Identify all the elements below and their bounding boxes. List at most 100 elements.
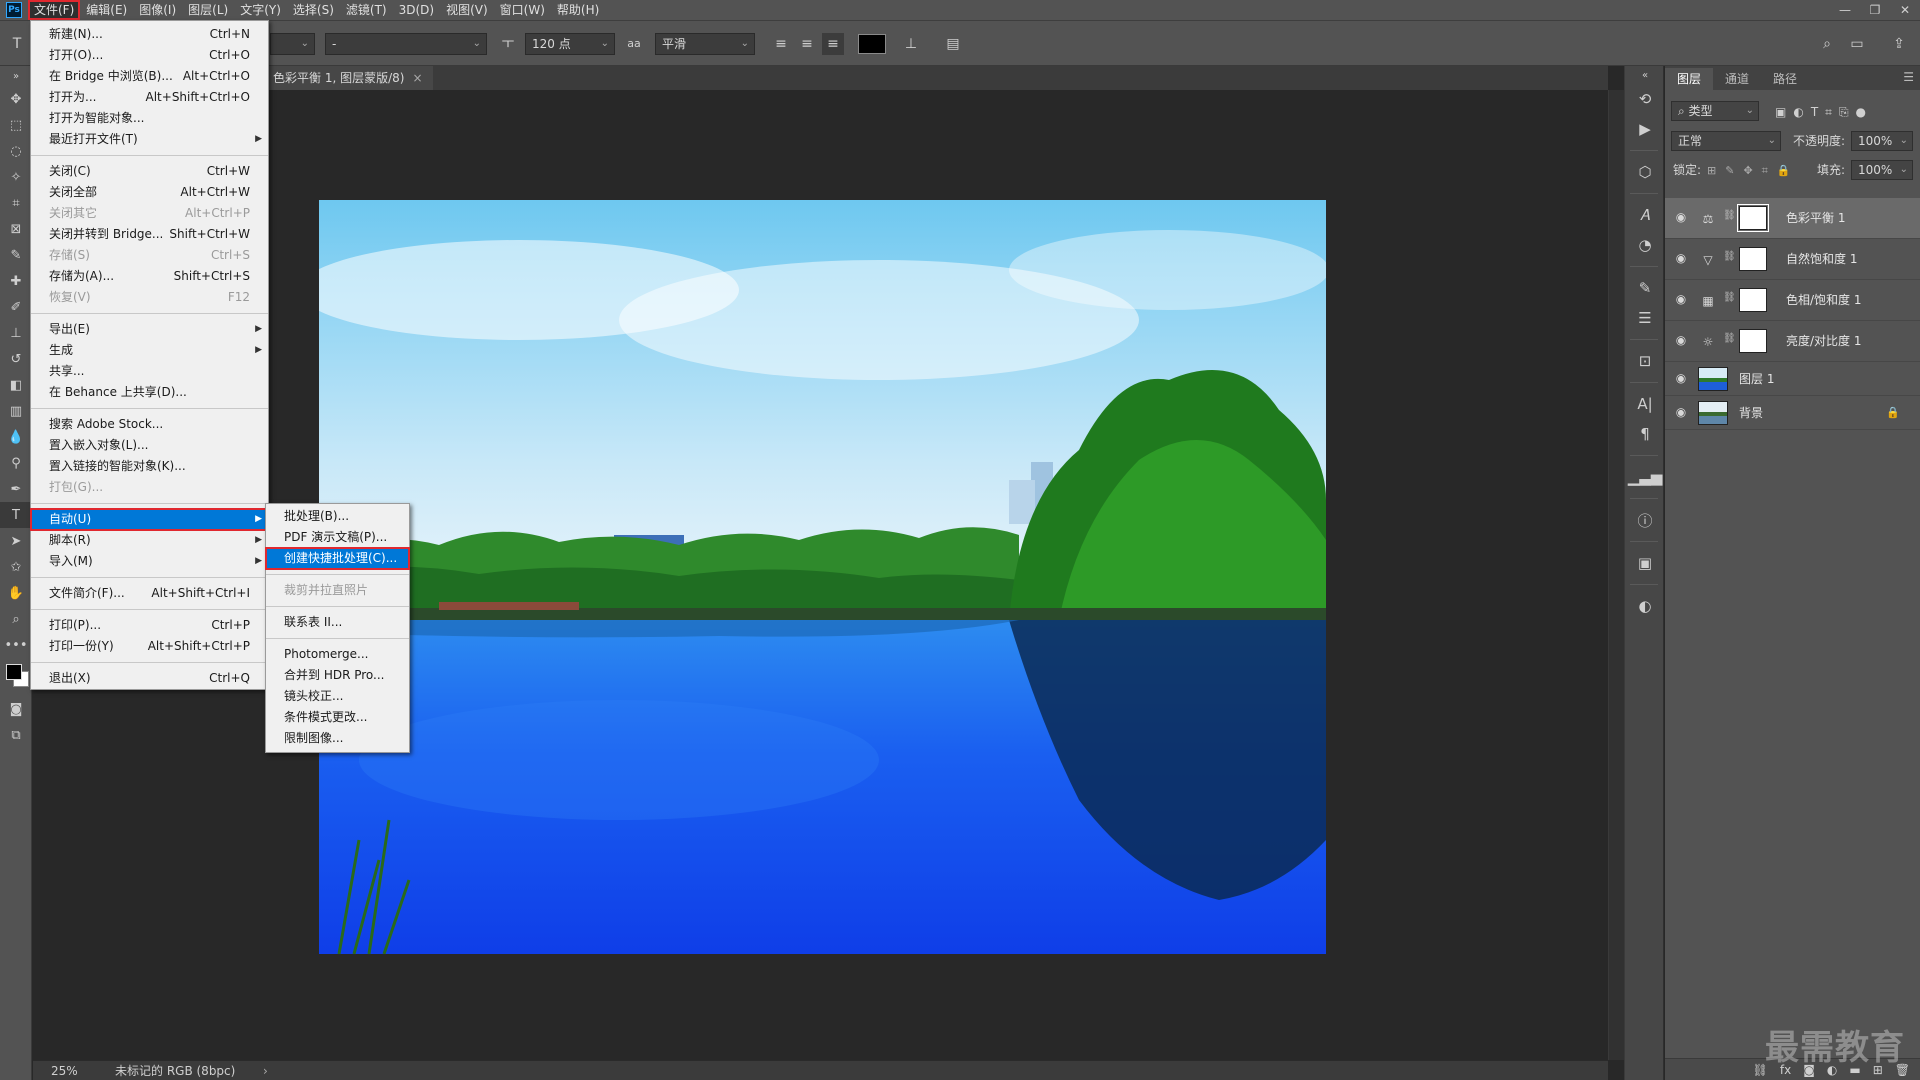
font-family-select[interactable]: ⌄	[270, 33, 315, 55]
layer-mask-thumbnail[interactable]	[1739, 247, 1767, 271]
link-chain-icon[interactable]: ⛓	[1723, 210, 1736, 221]
path-selection-icon[interactable]: ➤	[0, 528, 32, 554]
close-tab-icon[interactable]: ×	[412, 71, 422, 85]
history-icon[interactable]: ⟲	[1625, 84, 1665, 114]
menu-item[interactable]: 滤镜(T)	[340, 0, 393, 20]
file-menu-item[interactable]: 打包(G)...	[31, 477, 268, 498]
3d-cube-icon[interactable]: ⬡	[1625, 157, 1665, 187]
align-right-icon[interactable]: ≡	[822, 33, 844, 55]
menu-item[interactable]: 3D(D)	[393, 0, 440, 20]
link-chain-icon[interactable]: ⛓	[1723, 292, 1736, 303]
zoom-tool-icon[interactable]: ⌕	[0, 606, 32, 632]
automate-menu-item[interactable]: 创建快捷批处理(C)...	[265, 547, 410, 570]
screen-mode-icon[interactable]: ⧉	[0, 722, 32, 748]
adjustments-icon[interactable]: ◔	[1625, 230, 1665, 260]
visibility-eye-icon[interactable]: ◉	[1673, 210, 1689, 226]
file-menu-item[interactable]: 搜索 Adobe Stock...	[31, 414, 268, 435]
hand-tool-icon[interactable]: ✋	[0, 580, 32, 606]
blur-tool-icon[interactable]: 💧	[0, 424, 32, 450]
tab-channels[interactable]: 通道	[1713, 68, 1761, 90]
fill-input[interactable]: 100% ⌄	[1851, 160, 1913, 180]
file-menu-item[interactable]: 在 Behance 上共享(D)...	[31, 382, 268, 403]
workspace-icon[interactable]: ▭	[1846, 33, 1868, 55]
layer-row[interactable]: ◉ ⚖ ⛓ 色彩平衡 1	[1665, 198, 1920, 239]
automate-menu-item[interactable]: 镜头校正...	[266, 686, 409, 707]
file-menu-item[interactable]: 存储(S) Ctrl+S	[31, 245, 268, 266]
expand-panels-icon[interactable]: «	[1625, 66, 1665, 84]
tool-preset-icon[interactable]: T	[6, 33, 28, 55]
automate-menu-item[interactable]: 限制图像...	[266, 728, 409, 749]
lock-pixels-icon[interactable]: ✎	[1725, 164, 1734, 178]
gradient-tool-icon[interactable]: ▥	[0, 398, 32, 424]
healing-brush-icon[interactable]: ✚	[0, 268, 32, 294]
antialias-select[interactable]: 平滑 ⌄	[655, 33, 755, 55]
file-menu-item[interactable]: 导出(E) ▶	[31, 319, 268, 340]
file-menu-item[interactable]: 置入嵌入对象(L)...	[31, 435, 268, 456]
layer-row[interactable]: ◉ ☼ ⛓ 亮度/对比度 1	[1665, 321, 1920, 362]
histogram-icon[interactable]: ▁▃▅	[1625, 462, 1665, 492]
status-menu-arrow[interactable]: ›	[263, 1061, 268, 1080]
eyedropper-icon[interactable]: ✎	[0, 242, 32, 268]
type-tool-icon[interactable]: T	[0, 502, 32, 528]
file-menu-item[interactable]: 打开(O)... Ctrl+O	[31, 45, 268, 66]
file-menu-item[interactable]: 恢复(V) F12	[31, 287, 268, 308]
text-color-swatch[interactable]	[858, 34, 886, 54]
shape-tool-icon[interactable]: ✩	[0, 554, 32, 580]
collapse-toolbar-icon[interactable]: »	[0, 66, 32, 86]
minimize-icon[interactable]: —	[1830, 0, 1860, 20]
share-icon[interactable]: ⇪	[1888, 33, 1910, 55]
adjustment-filter-icon[interactable]: ◐	[1793, 105, 1803, 120]
visibility-eye-icon[interactable]: ◉	[1673, 292, 1689, 308]
character-panel-icon[interactable]: ▤	[942, 33, 964, 55]
vertical-scrollbar[interactable]	[1608, 90, 1624, 1060]
layer-row[interactable]: ◉ ▦ ⛓ 色相/饱和度 1	[1665, 280, 1920, 321]
file-menu-item[interactable]: 置入链接的智能对象(K)...	[31, 456, 268, 477]
menu-item[interactable]: 文件(F)	[28, 0, 81, 20]
frame-tool-icon[interactable]: ⊠	[0, 216, 32, 242]
layer-thumbnail[interactable]	[1698, 367, 1728, 391]
shape-filter-icon[interactable]: ⌗	[1825, 105, 1832, 120]
crop-tool-icon[interactable]: ⌗	[0, 190, 32, 216]
file-menu-item[interactable]: 关闭(C) Ctrl+W	[31, 161, 268, 182]
eraser-icon[interactable]: ◧	[0, 372, 32, 398]
properties-sliders-icon[interactable]: ☰	[1625, 303, 1665, 333]
automate-menu-item[interactable]: 联系表 II...	[266, 612, 409, 633]
paragraph-icon[interactable]: ¶	[1625, 419, 1665, 449]
document-tab[interactable]: 色彩平衡 1, 图层蒙版/8) ×	[263, 66, 433, 90]
layer-mask-thumbnail[interactable]	[1739, 288, 1767, 312]
magic-wand-icon[interactable]: ✧	[0, 164, 32, 190]
brush-tool-icon[interactable]: ✐	[0, 294, 32, 320]
menu-item[interactable]: 图层(L)	[182, 0, 234, 20]
lock-all-icon[interactable]: 🔒	[1777, 164, 1791, 178]
document-image[interactable]	[319, 200, 1326, 954]
layer-row[interactable]: ◉ 图层 1	[1665, 362, 1920, 396]
visibility-eye-icon[interactable]: ◉	[1673, 333, 1689, 349]
automate-menu-item[interactable]: PDF 演示文稿(P)...	[266, 527, 409, 548]
move-tool-icon[interactable]: ✥	[0, 86, 32, 112]
visibility-eye-icon[interactable]: ◉	[1673, 251, 1689, 267]
character-icon[interactable]: A|	[1625, 389, 1665, 419]
history-brush-icon[interactable]: ↺	[0, 346, 32, 372]
file-menu-item[interactable]: 在 Bridge 中浏览(B)... Alt+Ctrl+O	[31, 66, 268, 87]
file-menu-item[interactable]: 共享...	[31, 361, 268, 382]
clone-stamp-icon[interactable]: ⊥	[0, 320, 32, 346]
restore-icon[interactable]: ❐	[1860, 0, 1890, 20]
close-window-icon[interactable]: ✕	[1890, 0, 1920, 20]
type-filter-icon[interactable]: T	[1811, 105, 1818, 120]
menu-item[interactable]: 文字(Y)	[234, 0, 287, 20]
file-menu-item[interactable]: 打印一份(Y) Alt+Shift+Ctrl+P	[31, 636, 268, 657]
align-left-icon[interactable]: ≡	[770, 33, 792, 55]
lock-artboard-icon[interactable]: ⌗	[1762, 164, 1768, 178]
glyphs-icon[interactable]: 𝐴	[1625, 200, 1665, 230]
file-menu-item[interactable]: 存储为(A)... Shift+Ctrl+S	[31, 266, 268, 287]
layer-mask-thumbnail[interactable]	[1739, 329, 1767, 353]
blend-mode-select[interactable]: 正常 ⌄	[1671, 131, 1781, 151]
file-menu-item[interactable]: 打开为智能对象...	[31, 108, 268, 129]
layer-thumbnail[interactable]	[1698, 401, 1728, 425]
filter-toggle-icon[interactable]: ●	[1856, 105, 1866, 120]
layer-mask-thumbnail[interactable]	[1737, 204, 1769, 232]
file-menu-item[interactable]: 打开为... Alt+Shift+Ctrl+O	[31, 87, 268, 108]
layer-row[interactable]: ◉ ▽ ⛓ 自然饱和度 1	[1665, 239, 1920, 280]
font-style-select[interactable]: - ⌄	[325, 33, 487, 55]
file-menu-item[interactable]: 导入(M) ▶	[31, 551, 268, 572]
